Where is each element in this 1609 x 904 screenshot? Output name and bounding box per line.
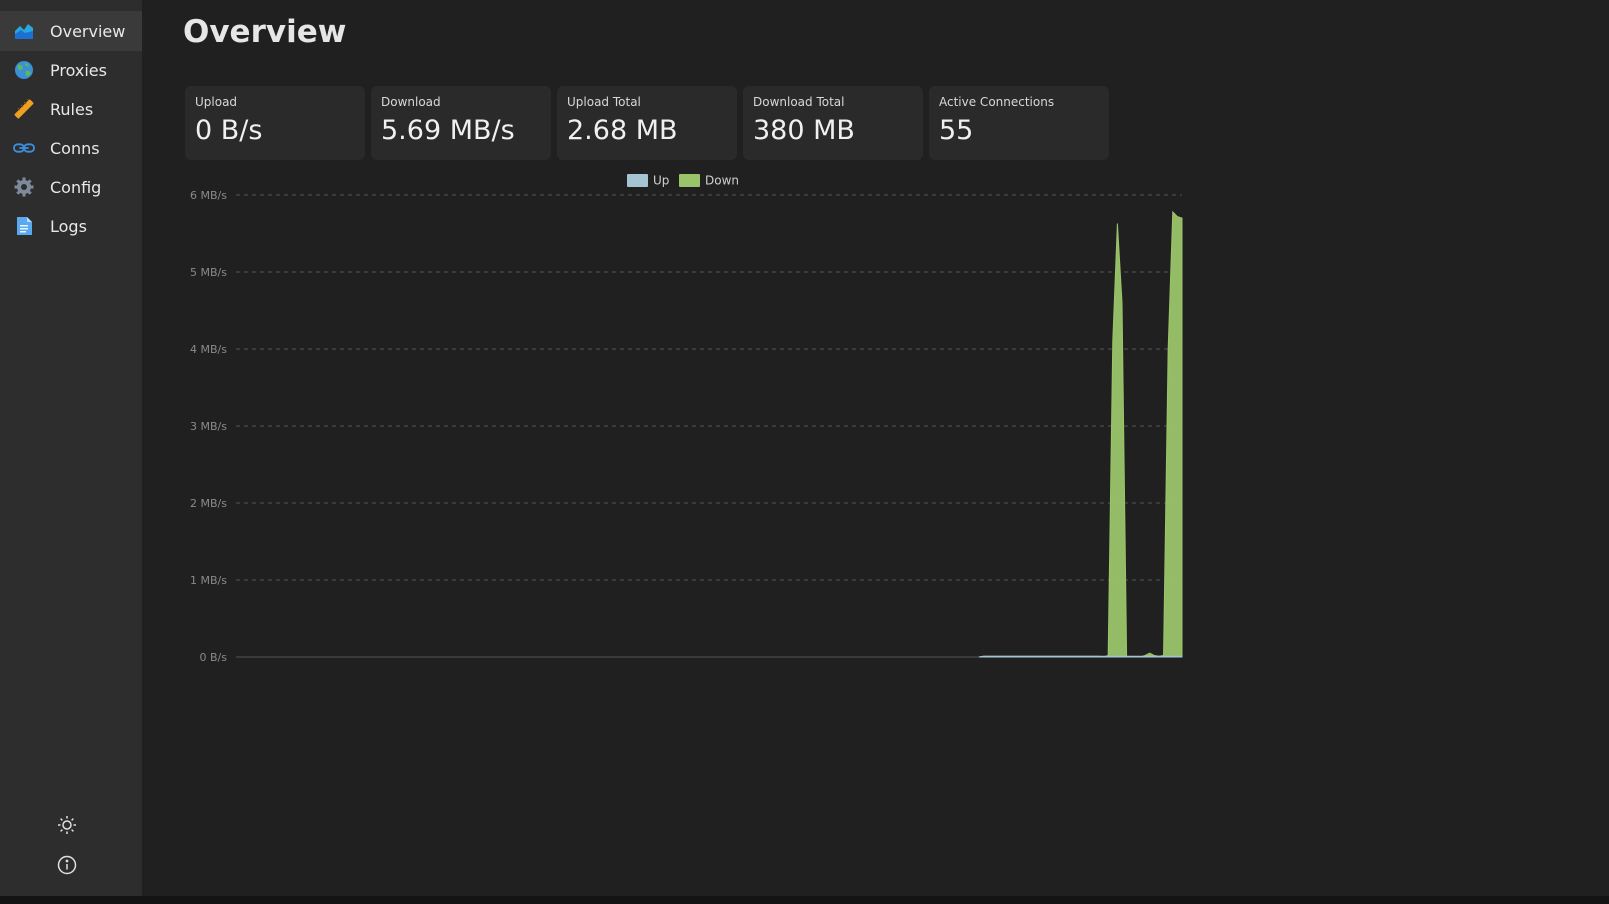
y-tick-label: 3 MB/s	[190, 420, 227, 433]
series-area-down	[978, 210, 1183, 658]
y-tick-label: 5 MB/s	[190, 266, 227, 279]
y-tick-label: 4 MB/s	[190, 343, 227, 356]
traffic-chart: 6 MB/s 5 MB/s 4 MB/s 3 MB/s 2 MB/s 1 MB/s 0 B/…	[190, 174, 1183, 664]
y-tick-label: 2 MB/s	[190, 497, 227, 510]
chart-areas	[978, 210, 1183, 658]
legend-swatch-up	[627, 174, 648, 187]
chart-grid: 6 MB/s 5 MB/s 4 MB/s 3 MB/s 2 MB/s 1 MB/s 0 B/…	[190, 189, 1182, 664]
legend-label-up: Up	[653, 174, 669, 188]
series-area-up	[978, 655, 1183, 658]
y-tick-label: 6 MB/s	[190, 189, 227, 202]
y-tick-label: 1 MB/s	[190, 574, 227, 587]
bottom-bar	[0, 896, 1609, 904]
legend-swatch-down	[679, 174, 700, 187]
legend-label-down: Down	[705, 174, 739, 188]
y-tick-label: 0 B/s	[200, 651, 228, 664]
chart-legend[interactable]: Up Down	[627, 174, 739, 188]
